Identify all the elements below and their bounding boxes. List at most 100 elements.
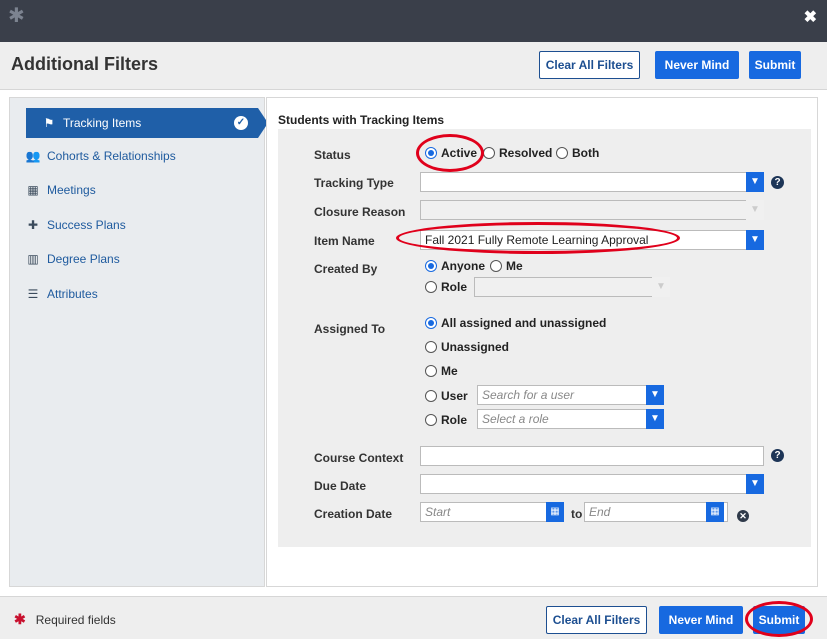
radio-dot [425,414,437,426]
footer-submit-button[interactable]: Submit [753,606,805,634]
flag-icon: ⚑ [43,116,55,130]
sliders-icon: ☰ [27,287,39,301]
calendar-icon[interactable]: ▦ [546,502,564,522]
puzzle-icon: ✚ [27,218,39,232]
clear-date-icon[interactable]: ✕ [737,510,749,522]
chevron-down-icon: ▼ [746,200,764,220]
creation-date-start-input[interactable]: Start [420,502,564,522]
tracking-type-label: Tracking Type [314,176,394,190]
sidebar-item-label: Cohorts & Relationships [47,149,176,163]
sidebar-item-cohorts[interactable]: 👥 Cohorts & Relationships [10,141,250,171]
sidebar-item-meetings[interactable]: ▦ Meetings [10,175,250,205]
radio-dot [483,147,495,159]
sidebar-item-success-plans[interactable]: ✚ Success Plans [10,210,250,240]
star-logo-icon: ✱ [8,5,25,27]
status-resolved-radio[interactable]: Resolved [483,146,552,160]
radio-dot [556,147,568,159]
assigned-me-radio[interactable]: Me [425,364,458,378]
filter-category-sidebar: ⚑ Tracking Items ✓ 👥 Cohorts & Relations… [9,97,268,587]
input-placeholder: Start [425,505,451,519]
dialog-title: Additional Filters [11,54,159,74]
item-name-label: Item Name [314,234,375,248]
filter-form: Status Active Resolved Both Tracking Typ… [278,129,811,547]
radio-label: Both [572,146,600,160]
status-active-radio[interactable]: Active [425,146,477,160]
course-context-label: Course Context [314,451,404,465]
radio-label: User [441,389,468,403]
chevron-down-icon: ▼ [646,385,664,405]
tracking-type-select[interactable]: ▼ [420,172,764,192]
required-asterisk-icon: ✱ [14,611,26,627]
radio-label: All assigned and unassigned [441,316,607,330]
assigned-unassigned-radio[interactable]: Unassigned [425,340,509,354]
item-name-select[interactable]: Fall 2021 Fully Remote Learning Approval… [420,230,764,250]
radio-dot [425,365,437,377]
close-icon[interactable]: ✖ [804,10,817,26]
required-fields-note: ✱ Required fields [14,611,116,628]
to-label: to [571,507,583,521]
check-icon: ✓ [234,116,248,130]
map-icon: ▥ [27,252,39,266]
help-icon[interactable]: ? [771,176,784,189]
calendar-icon[interactable]: ▦ [706,502,724,522]
chevron-down-icon: ▼ [746,230,764,250]
creation-date-label: Creation Date [314,507,393,521]
sidebar-item-attributes[interactable]: ☰ Attributes [10,279,250,309]
assigned-role-radio[interactable]: Role [425,413,467,427]
radio-dot [490,260,502,272]
sidebar-item-degree-plans[interactable]: ▥ Degree Plans [10,244,250,274]
chevron-down-icon: ▼ [746,172,764,192]
radio-dot [425,281,437,293]
created-by-role-radio[interactable]: Role [425,280,467,294]
sidebar-item-tracking-items[interactable]: ⚑ Tracking Items ✓ [26,108,268,138]
radio-label: Active [441,146,478,160]
created-by-me-radio[interactable]: Me [490,259,523,273]
chevron-down-icon: ▼ [652,277,670,297]
status-both-radio[interactable]: Both [556,146,599,160]
sidebar-item-label: Success Plans [47,218,126,232]
input-placeholder: End [589,505,611,519]
course-context-input[interactable] [420,446,764,466]
radio-label: Me [441,364,458,378]
assigned-to-label: Assigned To [314,322,386,336]
created-by-label: Created By [314,262,378,276]
radio-label: Role [441,280,468,294]
role-select[interactable]: Select a role ▼ [477,409,664,429]
select-placeholder: Search for a user [482,388,575,402]
radio-label: Resolved [499,146,553,160]
radio-dot [425,341,437,353]
sidebar-item-label: Degree Plans [47,252,120,266]
due-date-label: Due Date [314,479,367,493]
select-placeholder: Select a role [482,412,549,426]
radio-dot [425,317,437,329]
radio-dot [425,147,437,159]
radio-label: Unassigned [441,340,510,354]
assigned-user-radio[interactable]: User [425,389,468,403]
help-icon[interactable]: ? [771,449,784,462]
clear-all-filters-button[interactable]: Clear All Filters [539,51,640,79]
submit-button[interactable]: Submit [749,51,801,79]
assigned-all-radio[interactable]: All assigned and unassigned [425,316,606,330]
radio-dot [425,260,437,272]
sidebar-item-label: Tracking Items [63,116,142,130]
user-search-select[interactable]: Search for a user ▼ [477,385,664,405]
sidebar-item-label: Meetings [47,183,96,197]
calendar-icon: ▦ [27,183,39,197]
due-date-select[interactable]: ▼ [420,474,764,494]
never-mind-button[interactable]: Never Mind [655,51,739,79]
sidebar-item-label: Attributes [47,287,98,301]
created-by-anyone-radio[interactable]: Anyone [425,259,485,273]
chevron-down-icon: ▼ [646,409,664,429]
radio-label: Me [506,259,523,273]
chevron-down-icon: ▼ [746,474,764,494]
users-icon: 👥 [25,149,41,163]
select-value: Fall 2021 Fully Remote Learning Approval [425,233,649,247]
footer-clear-all-filters-button[interactable]: Clear All Filters [546,606,647,634]
footer-never-mind-button[interactable]: Never Mind [659,606,743,634]
dialog-header: Additional Filters Clear All Filters Nev… [0,42,827,90]
title-bar: ✱ ✖ [0,0,827,42]
created-by-role-select: ▼ [474,277,670,297]
dialog-footer: ✱ Required fields Clear All Filters Neve… [0,596,827,639]
radio-dot [425,390,437,402]
closure-reason-label: Closure Reason [314,205,406,219]
